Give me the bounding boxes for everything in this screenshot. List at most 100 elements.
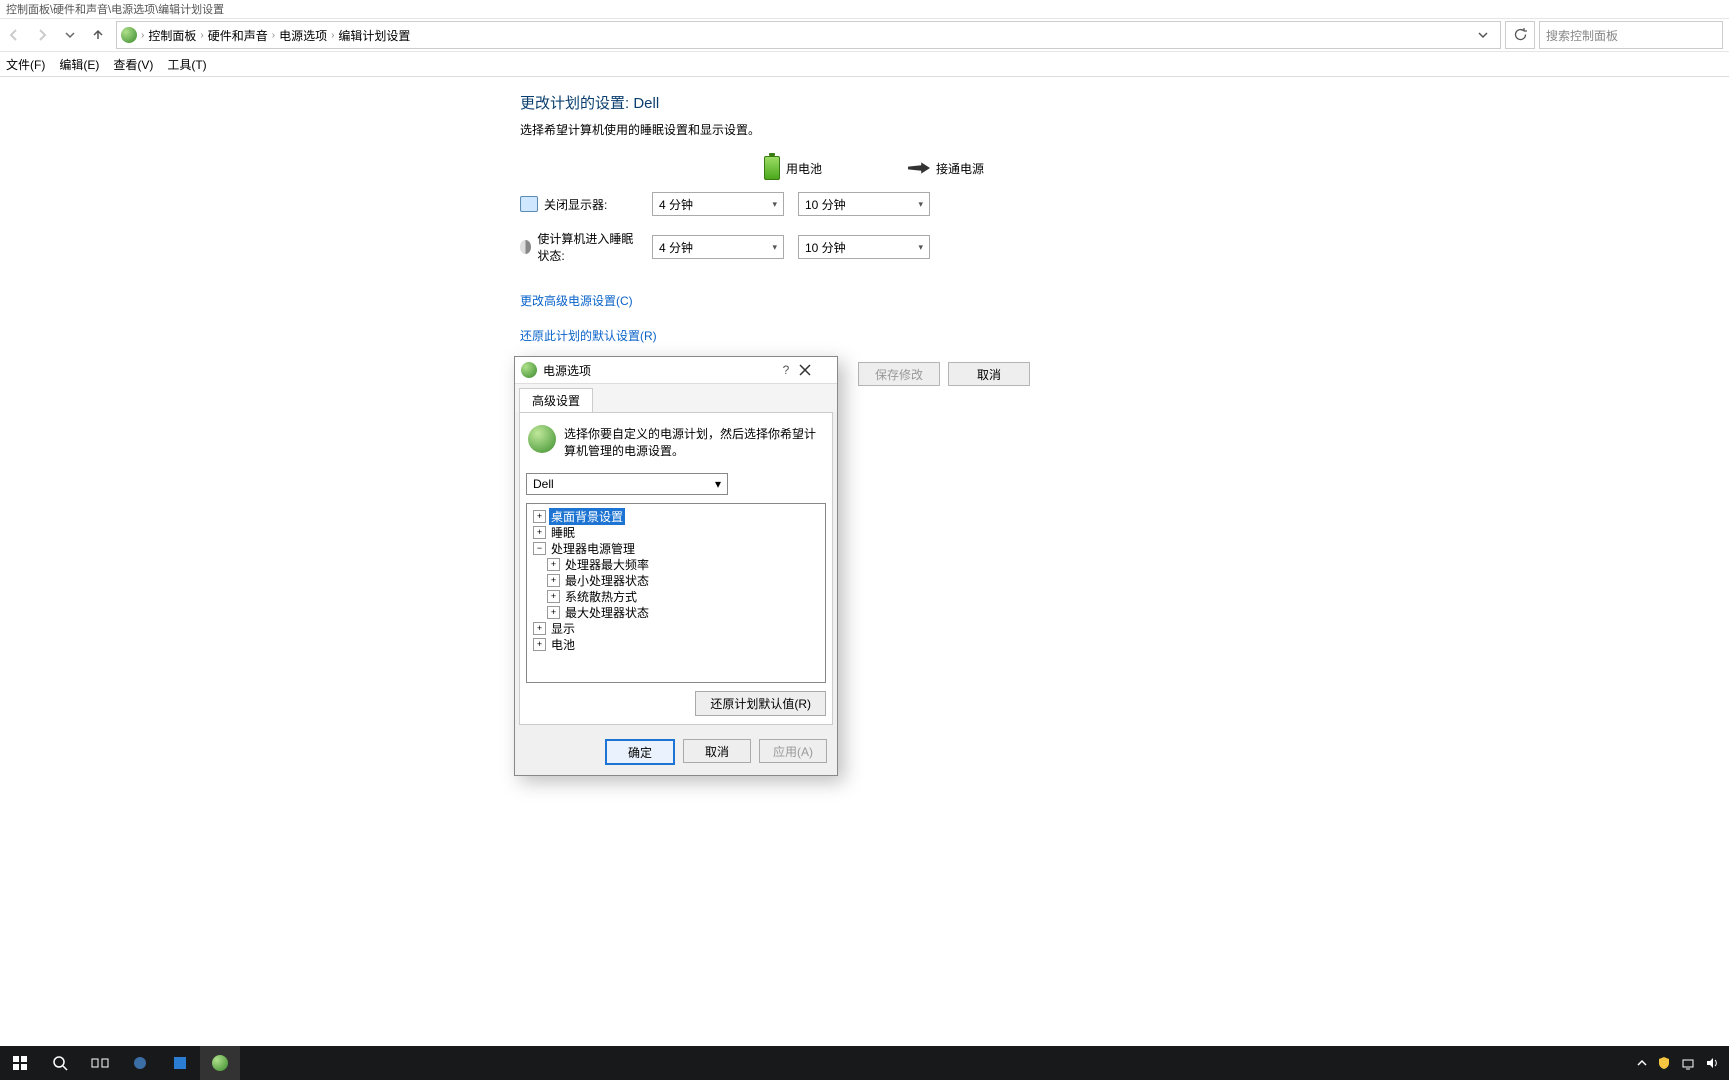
nav-back-button[interactable]	[2, 23, 26, 47]
search-placeholder: 搜索控制面板	[1546, 27, 1618, 44]
volume-icon[interactable]	[1705, 1056, 1719, 1070]
plugged-in-header: 接通电源	[908, 160, 984, 177]
expand-icon[interactable]: +	[533, 622, 546, 635]
menu-view[interactable]: 查看(V)	[113, 56, 153, 73]
power-plan-select[interactable]: Dell ▾	[526, 473, 728, 495]
dialog-info-text: 选择你要自定义的电源计划，然后选择你希望计算机管理的电源设置。	[564, 425, 824, 459]
tree-node-battery[interactable]: + 电池	[529, 636, 823, 652]
search-icon	[52, 1055, 68, 1071]
task-view-button[interactable]	[80, 1046, 120, 1080]
chevron-down-icon: ▾	[772, 199, 777, 210]
breadcrumb[interactable]: › 控制面板 › 硬件和声音 › 电源选项 › 编辑计划设置	[116, 21, 1501, 49]
dialog-title: 电源选项	[543, 362, 591, 379]
chevron-right-icon: ›	[331, 30, 334, 41]
security-icon[interactable]	[1657, 1056, 1671, 1070]
tree-node-label: 处理器电源管理	[549, 540, 637, 557]
expand-icon[interactable]: +	[547, 590, 560, 603]
apply-button[interactable]: 应用(A)	[759, 739, 827, 763]
breadcrumb-item[interactable]: 硬件和声音	[208, 27, 268, 44]
collapse-icon[interactable]: −	[533, 542, 546, 555]
menu-edit[interactable]: 编辑(E)	[59, 56, 99, 73]
tree-node-label: 最大处理器状态	[563, 604, 651, 621]
chevron-down-icon: ▾	[715, 477, 721, 491]
network-icon[interactable]	[1681, 1056, 1695, 1070]
tree-node-max-freq[interactable]: + 处理器最大频率	[529, 556, 823, 572]
breadcrumb-item[interactable]: 编辑计划设置	[338, 27, 410, 44]
tree-node-min-state[interactable]: + 最小处理器状态	[529, 572, 823, 588]
expand-icon[interactable]: +	[547, 558, 560, 571]
turn-off-display-row: 关闭显示器: 4 分钟 ▾ 10 分钟 ▾	[520, 192, 1220, 216]
tree-node-label: 桌面背景设置	[549, 508, 625, 525]
cancel-button[interactable]: 取消	[948, 362, 1030, 386]
tree-node-cooling[interactable]: + 系统散热方式	[529, 588, 823, 604]
tree-node-label: 睡眠	[549, 524, 577, 541]
nav-forward-button[interactable]	[30, 23, 54, 47]
restore-plan-defaults-button[interactable]: 还原计划默认值(R)	[695, 691, 826, 716]
expand-icon[interactable]: +	[547, 574, 560, 587]
display-off-battery-select[interactable]: 4 分钟 ▾	[652, 192, 784, 216]
select-value: Dell	[533, 477, 554, 491]
start-button[interactable]	[0, 1046, 40, 1080]
chevron-right-icon: ›	[200, 30, 203, 41]
display-off-plugged-select[interactable]: 10 分钟 ▾	[798, 192, 930, 216]
sleep-battery-select[interactable]: 4 分钟 ▾	[652, 235, 784, 259]
nav-up-button[interactable]	[86, 23, 110, 47]
chevron-right-icon: ›	[272, 30, 275, 41]
expand-icon[interactable]: +	[533, 638, 546, 651]
tree-node-processor[interactable]: − 处理器电源管理	[529, 540, 823, 556]
taskbar-app-2[interactable]	[160, 1046, 200, 1080]
tree-node-desktop-background[interactable]: + 桌面背景设置	[529, 508, 823, 524]
refresh-button[interactable]	[1505, 21, 1535, 49]
dialog-help-button[interactable]: ?	[773, 363, 799, 377]
search-button[interactable]	[40, 1046, 80, 1080]
menu-tools[interactable]: 工具(T)	[167, 56, 206, 73]
arrow-up-icon	[91, 28, 105, 42]
page-subtitle: 选择希望计算机使用的睡眠设置和显示设置。	[520, 121, 1220, 138]
select-value: 4 分钟	[659, 196, 693, 213]
close-icon	[799, 364, 811, 376]
tree-node-display[interactable]: + 显示	[529, 620, 823, 636]
tree-node-label: 电池	[549, 636, 577, 653]
search-input[interactable]: 搜索控制面板	[1539, 21, 1723, 49]
turn-off-display-label: 关闭显示器:	[544, 196, 607, 213]
windows-icon	[12, 1055, 28, 1071]
select-value: 10 分钟	[805, 239, 846, 256]
chevron-up-icon[interactable]	[1637, 1058, 1647, 1068]
footer-buttons: 保存修改 取消	[858, 362, 1030, 386]
taskbar-app-power-options[interactable]	[200, 1046, 240, 1080]
arrow-left-icon	[7, 28, 21, 42]
dialog-body: 选择你要自定义的电源计划，然后选择你希望计算机管理的电源设置。 Dell ▾ +…	[519, 412, 833, 725]
tree-node-max-state[interactable]: + 最大处理器状态	[529, 604, 823, 620]
expand-icon[interactable]: +	[533, 510, 546, 523]
recent-dropdown-button[interactable]	[58, 23, 82, 47]
dialog-tabs: 高级设置	[515, 384, 837, 412]
breadcrumb-item[interactable]: 控制面板	[148, 27, 196, 44]
restore-defaults-link[interactable]: 还原此计划的默认设置(R)	[520, 327, 1220, 344]
expand-icon[interactable]: +	[547, 606, 560, 619]
system-tray[interactable]	[1627, 1056, 1729, 1070]
dialog-buttons: 确定 取消 应用(A)	[515, 729, 837, 775]
sleep-row: 使计算机进入睡眠状态: 4 分钟 ▾ 10 分钟 ▾	[520, 230, 1220, 264]
tree-node-sleep[interactable]: + 睡眠	[529, 524, 823, 540]
monitor-icon	[520, 196, 538, 212]
settings-tree[interactable]: + 桌面背景设置 + 睡眠 − 处理器电源管理 + 处理器最大频率 + 最小	[526, 503, 826, 683]
menu-file[interactable]: 文件(F)	[6, 56, 45, 73]
taskbar-app-1[interactable]	[120, 1046, 160, 1080]
breadcrumb-dropdown-button[interactable]	[1478, 30, 1496, 40]
ok-button[interactable]: 确定	[605, 739, 675, 765]
save-changes-button[interactable]: 保存修改	[858, 362, 940, 386]
breadcrumb-item[interactable]: 电源选项	[279, 27, 327, 44]
advanced-settings-link[interactable]: 更改高级电源设置(C)	[520, 292, 1220, 309]
cancel-button[interactable]: 取消	[683, 739, 751, 763]
expand-icon[interactable]: +	[533, 526, 546, 539]
arrow-right-icon	[35, 28, 49, 42]
column-headers: 用电池 接通电源	[646, 156, 1220, 180]
taskbar	[0, 1046, 1729, 1080]
tree-node-label: 处理器最大频率	[563, 556, 651, 573]
page-title: 更改计划的设置: Dell	[520, 92, 1220, 113]
dialog-close-button[interactable]	[799, 364, 831, 376]
chevron-down-icon: ▾	[918, 242, 923, 253]
power-options-icon	[521, 362, 537, 378]
tab-advanced[interactable]: 高级设置	[519, 388, 593, 412]
sleep-plugged-select[interactable]: 10 分钟 ▾	[798, 235, 930, 259]
